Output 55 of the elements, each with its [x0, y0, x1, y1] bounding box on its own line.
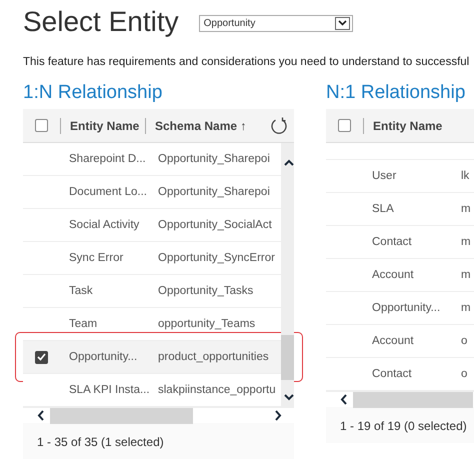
table-cell-text: SLA KPI Insta...	[68, 382, 151, 398]
table-cell-text: Opportunity_SyncError	[157, 250, 276, 266]
page-title: Select Entity	[23, 6, 179, 38]
scroll-down-icon[interactable]	[284, 394, 294, 402]
section-heading: 1:N Relationship	[23, 81, 164, 106]
caret-icon	[338, 20, 347, 26]
table-cell-text: Opportunity_Sharepoi	[157, 184, 271, 200]
scrollbar-thumb[interactable]	[353, 392, 473, 408]
scroll-right-icon[interactable]	[274, 410, 282, 422]
scrollbar-thumb[interactable]	[50, 408, 193, 424]
column-header[interactable]: Entity Name	[364, 116, 448, 135]
vertical-scrollbar[interactable]	[281, 143, 294, 408]
table-cell-text: Task	[68, 284, 94, 299]
table-cell-text: m	[460, 234, 472, 250]
table-cell-text: slakpiinstance_opportu	[157, 382, 277, 398]
scrollbar-thumb[interactable]	[281, 335, 294, 380]
checkbox[interactable]	[35, 119, 48, 132]
table-cell-text: Social Activity	[68, 218, 140, 233]
table-cell-text: Team	[68, 316, 98, 332]
table-cell-text: Contact	[371, 234, 413, 250]
checkbox[interactable]	[338, 119, 351, 132]
table-cell-text: lk	[460, 168, 470, 184]
section-heading: N:1 Relationship	[326, 81, 466, 106]
table-cell-text: Account	[371, 334, 415, 349]
record-count: 1 - 35 of 35 (1 selected)	[23, 423, 294, 460]
refresh-icon[interactable]	[270, 116, 288, 135]
scroll-left-icon[interactable]	[37, 410, 45, 422]
table-cell-text: Contact	[371, 366, 413, 382]
table-cell-text: Opportunity...	[371, 300, 442, 316]
column-header[interactable]: Entity Name	[61, 116, 145, 135]
table-cell-text: User	[371, 168, 398, 184]
table-cell-text: o	[460, 334, 468, 349]
horizontal-scrollbar[interactable]	[326, 391, 474, 408]
table-cell-text: Opportunity_Tasks	[157, 284, 254, 299]
column-header[interactable]: Schema Name ↑	[146, 116, 246, 135]
table-cell-text: Opportunity...	[68, 350, 138, 365]
table-cell-text: Opportunity_Sharepoi	[157, 152, 271, 167]
table-cell-text: m	[460, 300, 472, 316]
table-cell-text: Sync Error	[68, 250, 124, 266]
description-text: This feature has requirements and considerations you need to understand to successful	[23, 55, 470, 70]
table-cell-text: Opportunity_SocialAct	[157, 218, 273, 233]
table-cell-text: o	[460, 366, 468, 382]
table-cell-text: m	[460, 202, 472, 217]
entity-dropdown[interactable]: Opportunity	[198, 14, 353, 32]
table-cell-text: opportunity_Teams	[157, 316, 256, 332]
record-count: 1 - 19 of 19 (0 selected)	[326, 407, 474, 444]
table-cell-text: Sharepoint D...	[68, 152, 147, 167]
table-cell-text: product_opportunities	[157, 350, 270, 365]
scroll-left-icon[interactable]	[340, 394, 348, 406]
table-cell-text: SLA	[371, 202, 395, 217]
table-cell-text: m	[460, 268, 472, 283]
scroll-up-icon[interactable]	[284, 159, 294, 166]
checkbox[interactable]	[35, 350, 48, 364]
table-cell-text: Account	[371, 268, 415, 283]
table-cell-text: Document Lo...	[68, 184, 148, 200]
